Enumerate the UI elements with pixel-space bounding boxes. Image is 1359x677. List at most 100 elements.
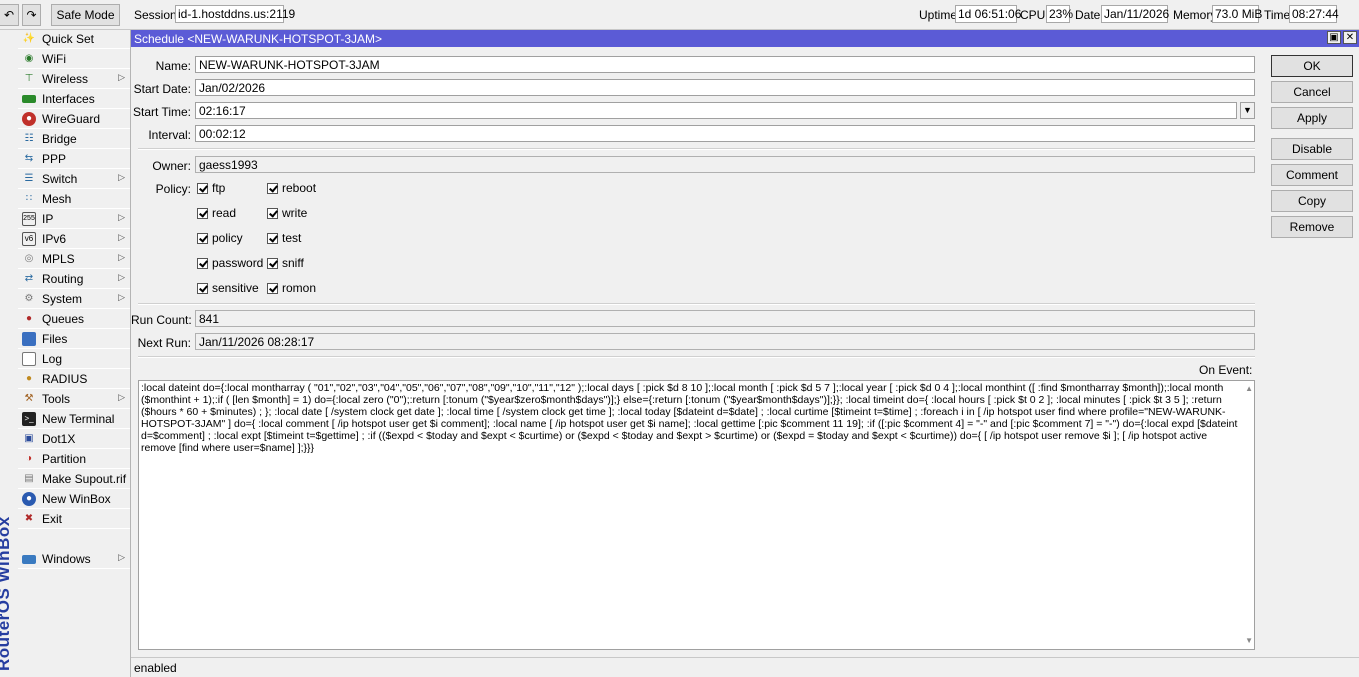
checkbox-checked-icon [197, 207, 208, 219]
name-label: Name: [155, 59, 191, 73]
ppp-icon: ⇆ [24, 153, 34, 164]
submenu-arrow-icon: ▷ [118, 72, 125, 82]
policy-policy-checkbox[interactable]: policy [197, 231, 243, 245]
sidebar-item-bridge[interactable]: ☷ Bridge [18, 130, 130, 149]
time-value: 08:27:44 [1289, 5, 1339, 23]
sidebar-item-mpls[interactable]: ◎ MPLS ▷ [18, 250, 130, 269]
ipv6-icon: v6 [22, 232, 36, 246]
policy-reboot-checkbox[interactable]: reboot [267, 181, 316, 195]
sidebar-item-tools[interactable]: ⚒ Tools ▷ [18, 390, 130, 409]
radius-users-icon: ● [25, 373, 33, 384]
windows-icon [22, 554, 36, 564]
window-title-bar[interactable]: Schedule <NEW-WARUNK-HOTSPOT-3JAM> ▣ ✕ [131, 30, 1359, 47]
submenu-arrow-icon: ▷ [118, 172, 125, 182]
owner-field: gaess1993 [195, 156, 1255, 173]
sidebar-item-ip[interactable]: 255 IP ▷ [18, 210, 130, 229]
sidebar-item-exit[interactable]: ✖ Exit [18, 510, 130, 529]
status-text: enabled [134, 661, 177, 675]
close-icon[interactable]: ✕ [1343, 31, 1357, 44]
antenna-icon: ⊤ [24, 73, 34, 84]
policy-write-checkbox[interactable]: write [267, 206, 307, 220]
disable-button[interactable]: Disable [1271, 138, 1353, 160]
checkbox-checked-icon [267, 182, 278, 194]
copy-button[interactable]: Copy [1271, 190, 1353, 212]
sidebar-item-dot1x[interactable]: ▣ Dot1X [18, 430, 130, 449]
policy-label: Policy: [155, 182, 191, 196]
date-label: Date: [1075, 8, 1104, 22]
sidebar-item-new-winbox[interactable]: ● New WinBox [18, 490, 130, 509]
sidebar-item-make-supout[interactable]: ▤ Make Supout.rif [18, 470, 130, 489]
checkbox-checked-icon [267, 207, 278, 219]
sidebar-item-windows[interactable]: Windows ▷ [18, 550, 130, 569]
sidebar-item-wifi[interactable]: ◉ WiFi [18, 50, 130, 69]
exit-icon: ✖ [24, 513, 34, 524]
name-field[interactable]: NEW-WARUNK-HOTSPOT-3JAM [195, 56, 1255, 73]
submenu-arrow-icon: ▷ [118, 292, 125, 302]
start-time-field[interactable]: 02:16:17 [195, 102, 1237, 119]
interval-field[interactable]: 00:02:12 [195, 125, 1255, 142]
sidebar-item-new-terminal[interactable]: >_ New Terminal [18, 410, 130, 429]
sidebar-item-partition[interactable]: ◑ Partition [18, 450, 130, 469]
checkbox-checked-icon [267, 257, 278, 269]
session-field[interactable]: id-1.hostddns.us:2119 [175, 5, 295, 23]
brand-text: RouterOS WinBox [0, 516, 13, 671]
brand-strip: RouterOS WinBox [0, 30, 16, 677]
checkbox-checked-icon [197, 182, 208, 194]
apply-button[interactable]: Apply [1271, 107, 1353, 129]
sidebar-item-quick-set[interactable]: ✨ Quick Set [18, 30, 130, 49]
restore-icon[interactable]: ▣ [1327, 31, 1341, 44]
start-time-dropdown-icon[interactable]: ▼ [1240, 102, 1255, 119]
remove-button[interactable]: Remove [1271, 216, 1353, 238]
on-event-label: On Event: [1199, 363, 1253, 377]
policy-read-checkbox[interactable]: read [197, 206, 236, 220]
sidebar-item-switch[interactable]: ☰ Switch ▷ [18, 170, 130, 189]
sidebar-item-radius[interactable]: ● RADIUS [18, 370, 130, 389]
queues-icon: ● [25, 313, 33, 324]
submenu-arrow-icon: ▷ [118, 392, 125, 402]
policy-sensitive-checkbox[interactable]: sensitive [197, 281, 259, 295]
mpls-icon: ◎ [24, 253, 34, 264]
undo-icon[interactable]: ↶ [0, 4, 19, 26]
bridge-icon: ☷ [24, 133, 34, 144]
policy-test-checkbox[interactable]: test [267, 231, 301, 245]
terminal-icon: >_ [22, 412, 36, 426]
redo-icon[interactable]: ↷ [22, 4, 41, 26]
safe-mode-button[interactable]: Safe Mode [51, 4, 120, 26]
schedule-form: Name: NEW-WARUNK-HOTSPOT-3JAM Start Date… [131, 47, 1359, 657]
mesh-icon: ∷ [25, 193, 33, 204]
sidebar-item-system[interactable]: ⚙ System ▷ [18, 290, 130, 309]
dot1x-icon: ▣ [24, 433, 34, 444]
toolbar: ↶ ↷ Safe Mode Session: id-1.hostddns.us:… [0, 0, 1359, 30]
checkbox-checked-icon [197, 282, 208, 294]
start-date-field[interactable]: Jan/02/2026 [195, 79, 1255, 96]
sidebar-item-log[interactable]: Log [18, 350, 130, 369]
cancel-button[interactable]: Cancel [1271, 81, 1353, 103]
sidebar-item-interfaces[interactable]: Interfaces [18, 90, 130, 109]
sidebar-item-routing[interactable]: ⇄ Routing ▷ [18, 270, 130, 289]
scroll-down-icon[interactable]: ▼ [1245, 635, 1253, 647]
divider [138, 303, 1255, 305]
run-count-label: Run Count: [131, 313, 192, 327]
policy-password-checkbox[interactable]: password [197, 256, 263, 270]
scroll-up-icon[interactable]: ▲ [1245, 383, 1253, 395]
routing-icon: ⇄ [24, 273, 34, 284]
partition-icon: ◑ [25, 453, 33, 464]
sidebar-item-mesh[interactable]: ∷ Mesh [18, 190, 130, 209]
sidebar-item-wireless[interactable]: ⊤ Wireless ▷ [18, 70, 130, 89]
policy-ftp-checkbox[interactable]: ftp [197, 181, 225, 195]
run-count-field: 841 [195, 310, 1255, 327]
owner-label: Owner: [152, 159, 191, 173]
on-event-script-textarea[interactable]: :local dateint do={:local montharray ( "… [138, 380, 1255, 650]
policy-sniff-checkbox[interactable]: sniff [267, 256, 304, 270]
sidebar-item-files[interactable]: Files [18, 330, 130, 349]
sidebar-item-ipv6[interactable]: v6 IPv6 ▷ [18, 230, 130, 249]
memory-value: 73.0 MiB [1212, 5, 1262, 23]
comment-button[interactable]: Comment [1271, 164, 1353, 186]
sidebar-item-ppp[interactable]: ⇆ PPP [18, 150, 130, 169]
sidebar-item-wireguard[interactable]: ● WireGuard [18, 110, 130, 129]
sidebar-item-queues[interactable]: ● Queues [18, 310, 130, 329]
sidebar-menu: ✨ Quick Set ◉ WiFi ⊤ Wireless ▷ Interfaces ●… [16, 30, 131, 677]
policy-romon-checkbox[interactable]: romon [267, 281, 316, 295]
session-label: Session: [134, 8, 181, 22]
ok-button[interactable]: OK [1271, 55, 1353, 77]
